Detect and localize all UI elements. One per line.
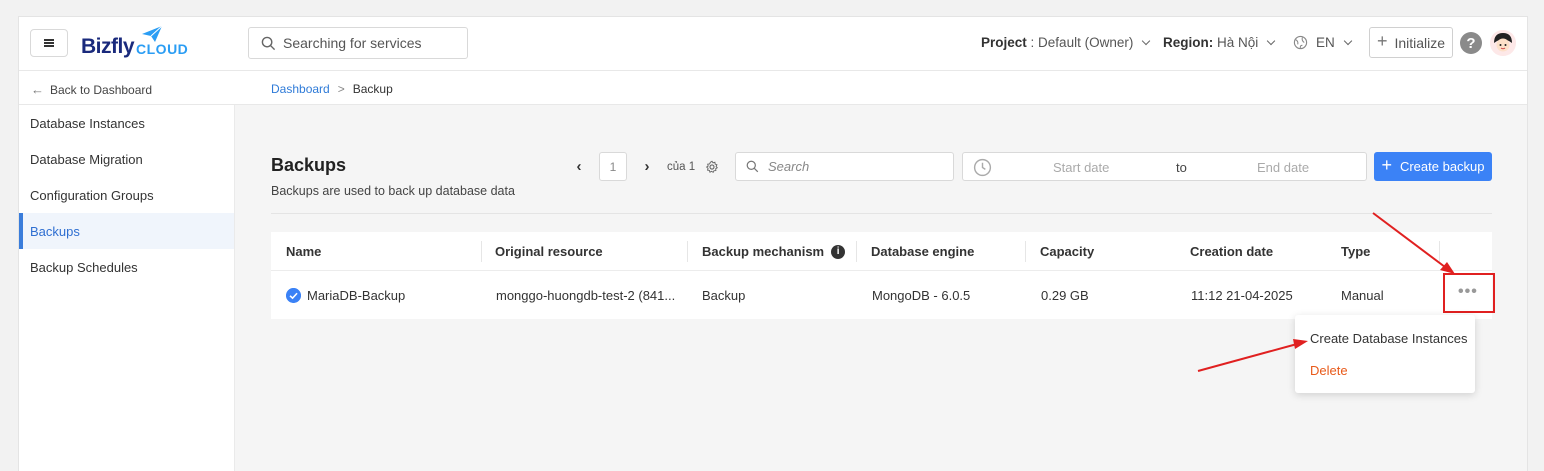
arrow-left-icon: ← <box>31 82 44 97</box>
row-actions-highlight: ••• <box>1443 273 1495 313</box>
backup-search-placeholder: Search <box>768 159 810 174</box>
back-label: Back to Dashboard <box>50 82 153 97</box>
column-divider <box>1439 241 1440 262</box>
breadcrumb: Dashboard > Backup <box>271 82 393 96</box>
column-header-original-resource[interactable]: Original resource <box>495 244 603 259</box>
initialize-label: Initialize <box>1394 34 1446 51</box>
check-circle-icon <box>286 288 301 303</box>
cell-type: Manual <box>1341 288 1384 303</box>
page-subtitle: Backups are used to back up database dat… <box>271 184 515 198</box>
breadcrumb-separator: > <box>337 82 345 96</box>
page-title: Backups <box>271 155 347 175</box>
sidebar-item-backup-schedules[interactable]: Backup Schedules <box>19 249 234 285</box>
column-header-database-engine[interactable]: Database engine <box>871 244 974 259</box>
paper-plane-icon <box>142 25 163 42</box>
plus-icon: + <box>1381 155 1392 175</box>
plus-icon: + <box>1376 31 1388 51</box>
chevron-down-icon <box>1343 36 1353 45</box>
sidebar: Database Instances Database Migration Co… <box>19 105 235 471</box>
end-date-input[interactable]: End date <box>1257 160 1309 175</box>
search-icon <box>261 36 276 50</box>
sidebar-item-database-migration[interactable]: Database Migration <box>19 141 234 177</box>
back-to-dashboard-link[interactable]: ← Back to Dashboard <box>31 82 152 97</box>
table-header: Name Original resource Backup mechanism i… <box>271 232 1492 271</box>
language-value: EN <box>1316 35 1335 50</box>
backups-table: Name Original resource Backup mechanism i… <box>271 232 1492 319</box>
project-label: Project <box>981 35 1027 50</box>
gear-icon[interactable] <box>705 160 719 174</box>
page-total: của 1 <box>667 160 696 173</box>
language-selector[interactable]: EN <box>1293 35 1353 50</box>
app-frame: Bizfly CLOUD Searching for services Proj… <box>18 16 1528 471</box>
pagination: ‹ 1 › của 1 <box>569 152 719 181</box>
breadcrumb-dashboard-link[interactable]: Dashboard <box>271 82 330 96</box>
globe-icon <box>1293 35 1308 50</box>
column-divider <box>1025 241 1026 262</box>
backup-search-input[interactable]: Search <box>735 152 954 181</box>
menu-item-create-database-instances[interactable]: Create Database Instances <box>1310 331 1468 346</box>
initialize-button[interactable]: + Initialize <box>1369 27 1453 58</box>
info-icon[interactable]: i <box>831 244 846 259</box>
search-icon <box>746 160 759 173</box>
create-backup-button[interactable]: + Create backup <box>1374 152 1492 181</box>
column-divider <box>481 241 482 262</box>
breadcrumb-current: Backup <box>352 82 393 96</box>
sidebar-item-backups[interactable]: Backups <box>19 213 234 249</box>
row-actions-menu: Create Database Instances Delete <box>1295 315 1475 393</box>
top-header: Bizfly CLOUD Searching for services Proj… <box>19 17 1527 71</box>
region-selector[interactable]: Region: Hà Nội <box>1163 35 1276 50</box>
cell-capacity: 0.29 GB <box>1041 288 1089 303</box>
column-header-name[interactable]: Name <box>286 244 321 259</box>
logo-text-main: Bizfly <box>81 35 135 58</box>
date-range-separator: to <box>1176 160 1187 175</box>
column-header-capacity[interactable]: Capacity <box>1040 244 1094 259</box>
region-value: Hà Nội <box>1217 35 1259 50</box>
region-label: Region: <box>1163 35 1214 50</box>
create-backup-label: Create backup <box>1399 159 1485 174</box>
chevron-down-icon <box>1142 36 1151 45</box>
column-header-backup-mechanism[interactable]: Backup mechanism i <box>702 244 846 259</box>
annotation-arrow-to-create-instances <box>1197 339 1308 372</box>
bizfly-logo[interactable]: Bizfly CLOUD <box>81 25 188 59</box>
hamburger-icon <box>44 42 54 44</box>
clock-icon <box>973 158 992 177</box>
divider <box>271 213 1492 214</box>
cell-original-resource[interactable]: monggo-huongdb-test-2 (841... <box>496 288 675 303</box>
column-header-type[interactable]: Type <box>1341 244 1370 259</box>
cell-creation-date: 11:12 21-04-2025 <box>1191 288 1293 303</box>
start-date-input[interactable]: Start date <box>1053 160 1109 175</box>
cell-backup-mechanism: Backup <box>702 288 746 303</box>
page-number-input[interactable]: 1 <box>599 152 627 181</box>
sidebar-item-configuration-groups[interactable]: Configuration Groups <box>19 177 234 213</box>
column-header-creation-date[interactable]: Creation date <box>1190 244 1273 259</box>
cell-name[interactable]: MariaDB-Backup <box>307 288 405 303</box>
avatar-image <box>1490 30 1516 56</box>
user-avatar[interactable] <box>1490 30 1516 56</box>
menu-item-delete[interactable]: Delete <box>1310 363 1348 378</box>
project-value: : Default (Owner) <box>1030 35 1134 50</box>
service-search-input[interactable]: Searching for services <box>248 27 468 59</box>
help-icon[interactable]: ? <box>1460 32 1482 54</box>
column-header-backup-mechanism-label: Backup mechanism <box>702 244 825 259</box>
more-actions-icon[interactable]: ••• <box>1458 284 1478 300</box>
cell-database-engine: MongoDB - 6.0.5 <box>872 288 971 303</box>
column-divider <box>687 241 688 262</box>
previous-page-button[interactable]: ‹ <box>569 158 589 175</box>
project-selector[interactable]: Project : Default (Owner) <box>981 35 1151 50</box>
date-range-picker[interactable]: Start date to End date <box>962 152 1367 181</box>
service-search-placeholder: Searching for services <box>283 35 422 51</box>
hamburger-menu-button[interactable] <box>30 29 68 57</box>
sub-header: ← Back to Dashboard Dashboard > Backup <box>19 71 1527 105</box>
sidebar-item-database-instances[interactable]: Database Instances <box>19 105 234 141</box>
column-divider <box>856 241 857 262</box>
next-page-button[interactable]: › <box>637 158 657 175</box>
chevron-down-icon <box>1267 36 1276 45</box>
